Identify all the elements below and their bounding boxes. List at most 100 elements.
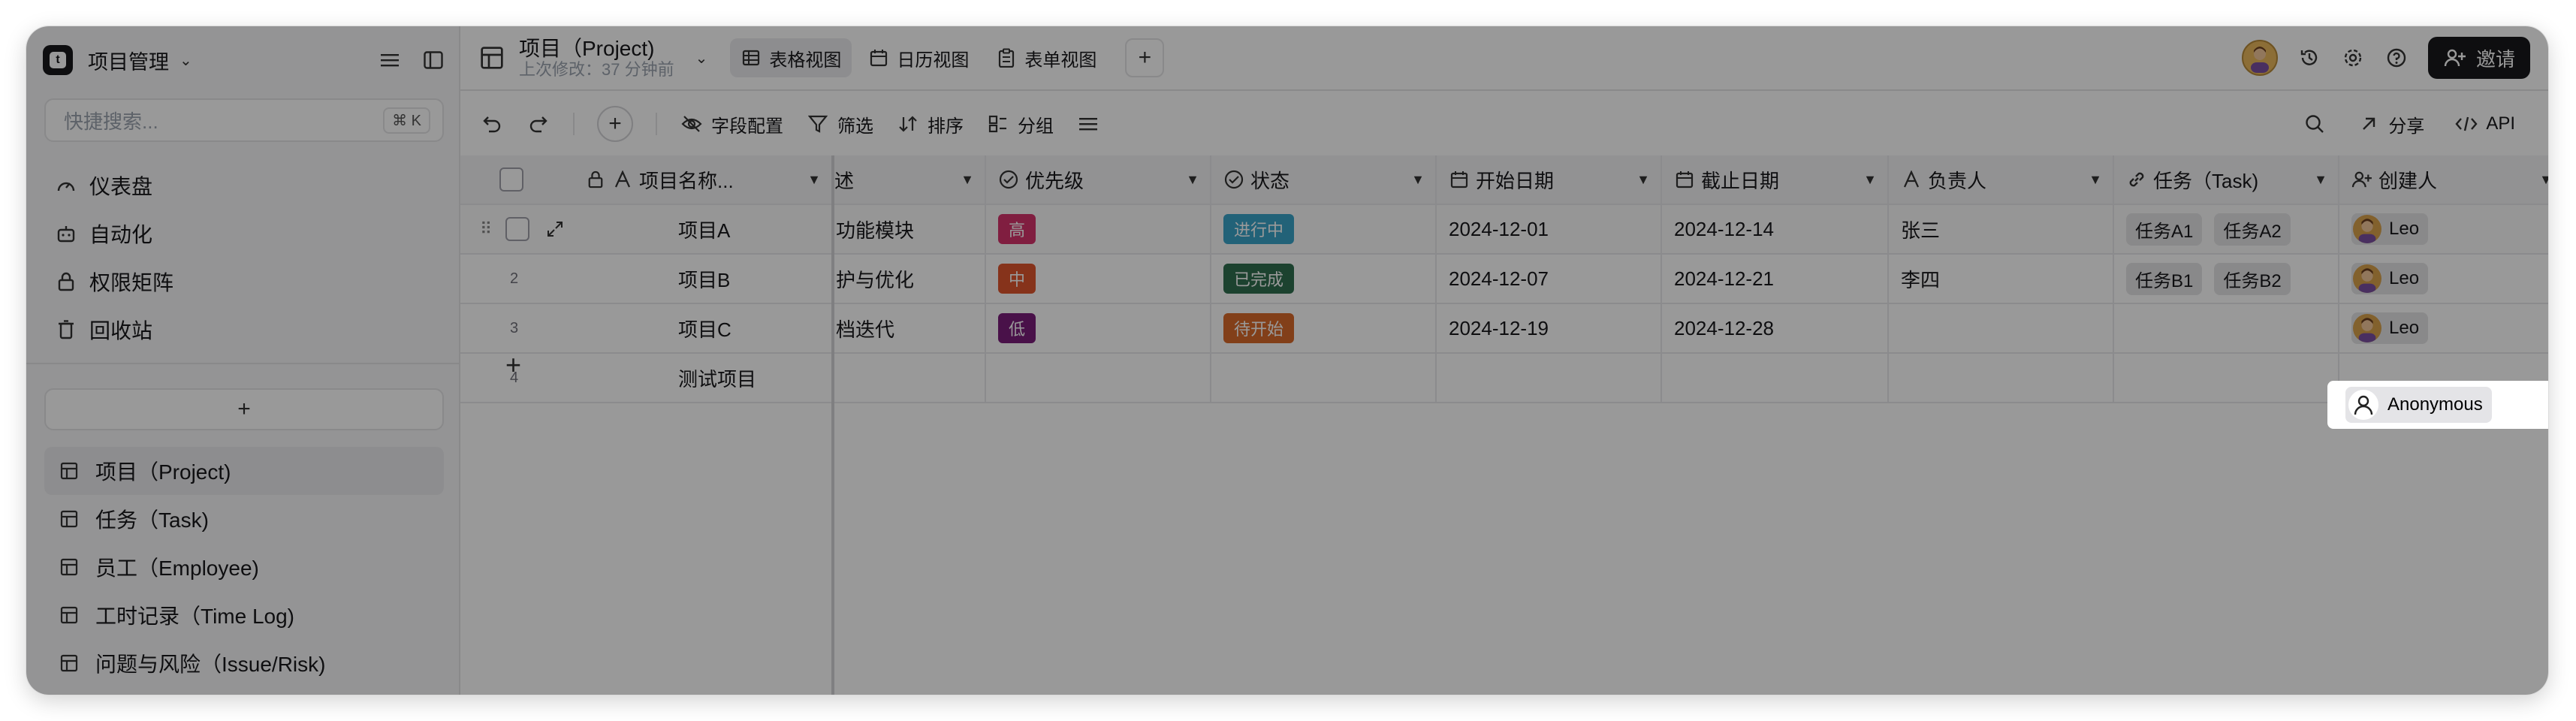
sidebar-table-timelog[interactable]: 工时记录（Time Log) [44,591,444,639]
caret-down-icon[interactable]: ▼ [1636,172,1650,188]
caret-down-icon[interactable]: ▼ [1186,172,1199,188]
table-row[interactable]: 4 测试项目 [460,354,2548,403]
cell-owner[interactable]: 李四 [1889,255,2114,303]
cell-tasks[interactable] [2114,354,2339,402]
app-logo-icon[interactable]: t [43,45,73,75]
user-chip[interactable]: Anonymous [2345,387,2492,423]
cell-priority[interactable] [986,354,1211,402]
column-header-name[interactable]: 项目名称... ▼ [573,155,833,204]
cell-end-date[interactable]: 2024-12-21 [1662,255,1889,303]
cell-name[interactable]: 项目A [573,205,833,253]
cell-tasks[interactable]: 任务A1 任务A2 [2114,205,2339,253]
select-all-checkbox[interactable] [499,167,523,192]
row-checkbox[interactable] [505,217,530,241]
cell-end-date[interactable] [1662,354,1889,402]
linked-record-chip[interactable]: 任务A1 [2126,213,2203,246]
caret-down-icon[interactable]: ▼ [2089,172,2102,188]
cell-desc[interactable]: 档迭代 [833,304,986,352]
history-icon[interactable] [2297,46,2321,70]
cell-priority[interactable]: 中 [986,255,1211,303]
cell-desc[interactable] [833,354,986,402]
sidebar-item-automation[interactable]: 自动化 [44,210,444,258]
menu-icon[interactable] [378,48,402,72]
chevron-down-icon[interactable]: ⌄ [695,49,708,68]
column-header-priority[interactable]: 优先级 ▼ [986,155,1211,204]
cell-start-date[interactable] [1437,354,1662,402]
cell-start-date[interactable]: 2024-12-19 [1437,304,1662,352]
add-row-button[interactable]: + [505,349,521,381]
row-height-icon[interactable] [1076,112,1100,136]
sidebar-item-dashboard[interactable]: 仪表盘 [44,161,444,210]
base-title[interactable]: 项目管理 [88,46,169,75]
add-record-button[interactable]: + [597,106,633,142]
caret-down-icon[interactable]: ▼ [961,172,974,188]
invite-button[interactable]: 邀请 [2427,37,2530,79]
cell-creator[interactable]: Leo [2339,205,2548,253]
creator-cell-editor[interactable]: Anonymous [2327,381,2548,429]
cell-desc[interactable]: 功能模块 [833,205,986,253]
cell-desc[interactable]: 护与优化 [833,255,986,303]
undo-icon[interactable] [480,112,504,136]
cell-start-date[interactable]: 2024-12-07 [1437,255,1662,303]
add-table-button[interactable]: + [44,388,444,430]
cell-end-date[interactable]: 2024-12-28 [1662,304,1889,352]
linked-record-chip[interactable]: 任务B1 [2126,262,2203,295]
column-header-end-date[interactable]: 截止日期 ▼ [1662,155,1889,204]
cell-tasks[interactable]: 任务B1 任务B2 [2114,255,2339,303]
cell-owner[interactable]: 张三 [1889,205,2114,253]
table-row[interactable]: 3 项目C 档迭代 低 待开始 2024-12-19 2024-12-28 Le… [460,304,2548,354]
sidebar-table-issue-risk[interactable]: 问题与风险（Issue/Risk) [44,639,444,687]
sidebar-table-employee[interactable]: 员工（Employee) [44,543,444,591]
redo-icon[interactable] [526,112,550,136]
cell-owner[interactable] [1889,304,2114,352]
sidebar-item-permissions[interactable]: 权限矩阵 [44,258,444,306]
search-icon[interactable] [2303,112,2327,136]
column-header-owner[interactable]: 负责人 ▼ [1889,155,2114,204]
caret-down-icon[interactable]: ▼ [1863,172,1877,188]
cell-status[interactable] [1211,354,1437,402]
column-header-status[interactable]: 状态 ▼ [1211,155,1437,204]
table-header[interactable]: 项目（Project) 上次修改：37 分钟前 ⌄ [480,37,707,79]
tab-grid-view[interactable]: 表格视图 [730,38,852,77]
tab-form-view[interactable]: 表单视图 [985,38,1107,77]
api-button[interactable]: API [2454,112,2515,136]
sidebar-table-task[interactable]: 任务（Task) [44,495,444,543]
tab-calendar-view[interactable]: 日历视图 [858,38,979,77]
caret-down-icon[interactable]: ▼ [807,172,821,188]
table-row[interactable]: 2 项目B 护与优化 中 已完成 2024-12-07 2024-12-21 李… [460,255,2548,304]
linked-record-chip[interactable]: 任务A2 [2214,213,2291,246]
cell-creator[interactable]: Leo [2339,255,2548,303]
expand-icon[interactable] [543,217,567,241]
table-row[interactable]: ⠿ 项目A 功能模块 高 进行中 2024-12-01 2024-12-14 张… [460,205,2548,255]
cell-creator[interactable]: Leo [2339,304,2548,352]
sort-button[interactable]: 排序 [896,111,964,137]
cell-start-date[interactable]: 2024-12-01 [1437,205,1662,253]
sidebar-table-project[interactable]: 项目（Project) [44,447,444,495]
group-button[interactable]: 分组 [986,111,1054,137]
cell-owner[interactable] [1889,354,2114,402]
cell-status[interactable]: 进行中 [1211,205,1437,253]
caret-down-icon[interactable]: ▼ [2314,172,2327,188]
cell-status[interactable]: 待开始 [1211,304,1437,352]
gear-icon[interactable] [2341,46,2365,70]
add-view-button[interactable]: + [1125,38,1165,77]
caret-down-icon[interactable]: ▼ [2539,172,2548,188]
cell-name[interactable]: 测试项目 [573,354,833,402]
user-avatar[interactable] [2241,40,2278,76]
help-icon[interactable] [2384,46,2409,70]
cell-priority[interactable]: 高 [986,205,1211,253]
caret-down-icon[interactable]: ▼ [1411,172,1425,188]
cell-priority[interactable]: 低 [986,304,1211,352]
filter-button[interactable]: 筛选 [806,111,873,137]
search-input[interactable]: 快捷搜索... ⌘ K [44,98,444,142]
column-header-start-date[interactable]: 开始日期 ▼ [1437,155,1662,204]
cell-name[interactable]: 项目C [573,304,833,352]
column-header-creator[interactable]: 创建人 ▼ [2339,155,2548,204]
select-all-cell[interactable] [460,155,573,204]
frozen-column-divider[interactable] [831,155,834,695]
chevron-down-icon[interactable]: ⌄ [179,51,192,70]
cell-end-date[interactable]: 2024-12-14 [1662,205,1889,253]
linked-record-chip[interactable]: 任务B2 [2214,262,2291,295]
field-config-button[interactable]: 字段配置 [680,111,783,137]
column-header-tasks[interactable]: 任务（Task) ▼ [2114,155,2339,204]
